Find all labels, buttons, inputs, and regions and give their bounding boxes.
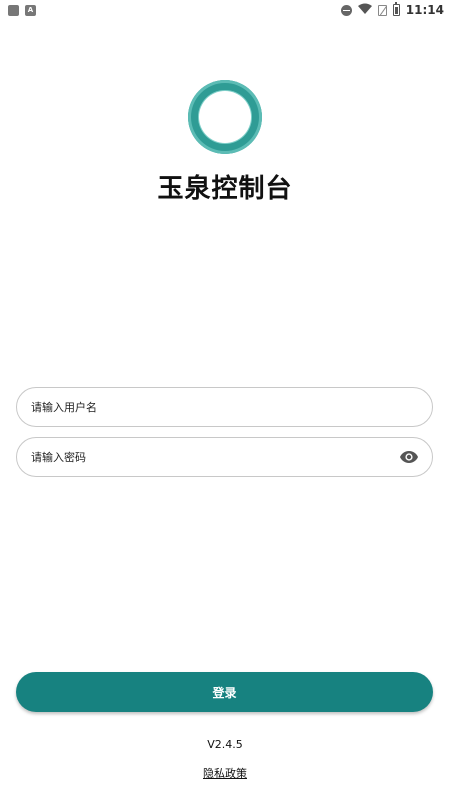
version-label: V2.4.5 <box>207 738 243 751</box>
a-icon: A <box>25 4 36 16</box>
login-button[interactable]: 登录 <box>16 672 433 712</box>
eye-icon[interactable] <box>400 448 418 466</box>
status-time: 11:14 <box>405 3 444 17</box>
password-input[interactable] <box>31 450 400 464</box>
status-bar: A 11:14 <box>0 0 450 20</box>
square-icon <box>8 4 19 16</box>
password-field[interactable] <box>16 437 433 477</box>
wifi-icon <box>357 3 372 17</box>
login-screen: A 11:14 玉泉控制台 登录 V2.4.5 隐私政策 <box>0 0 450 800</box>
ring-logo <box>188 80 262 154</box>
privacy-policy-link[interactable]: 隐私政策 <box>0 765 450 781</box>
status-bar-left: A <box>8 4 36 16</box>
no-sim-icon <box>377 4 387 16</box>
app-title: 玉泉控制台 <box>157 174 293 204</box>
status-bar-right: 11:14 <box>340 2 444 17</box>
battery-icon <box>392 2 400 16</box>
username-field[interactable] <box>16 387 433 427</box>
username-input[interactable] <box>31 400 418 414</box>
dnd-icon <box>340 4 352 16</box>
